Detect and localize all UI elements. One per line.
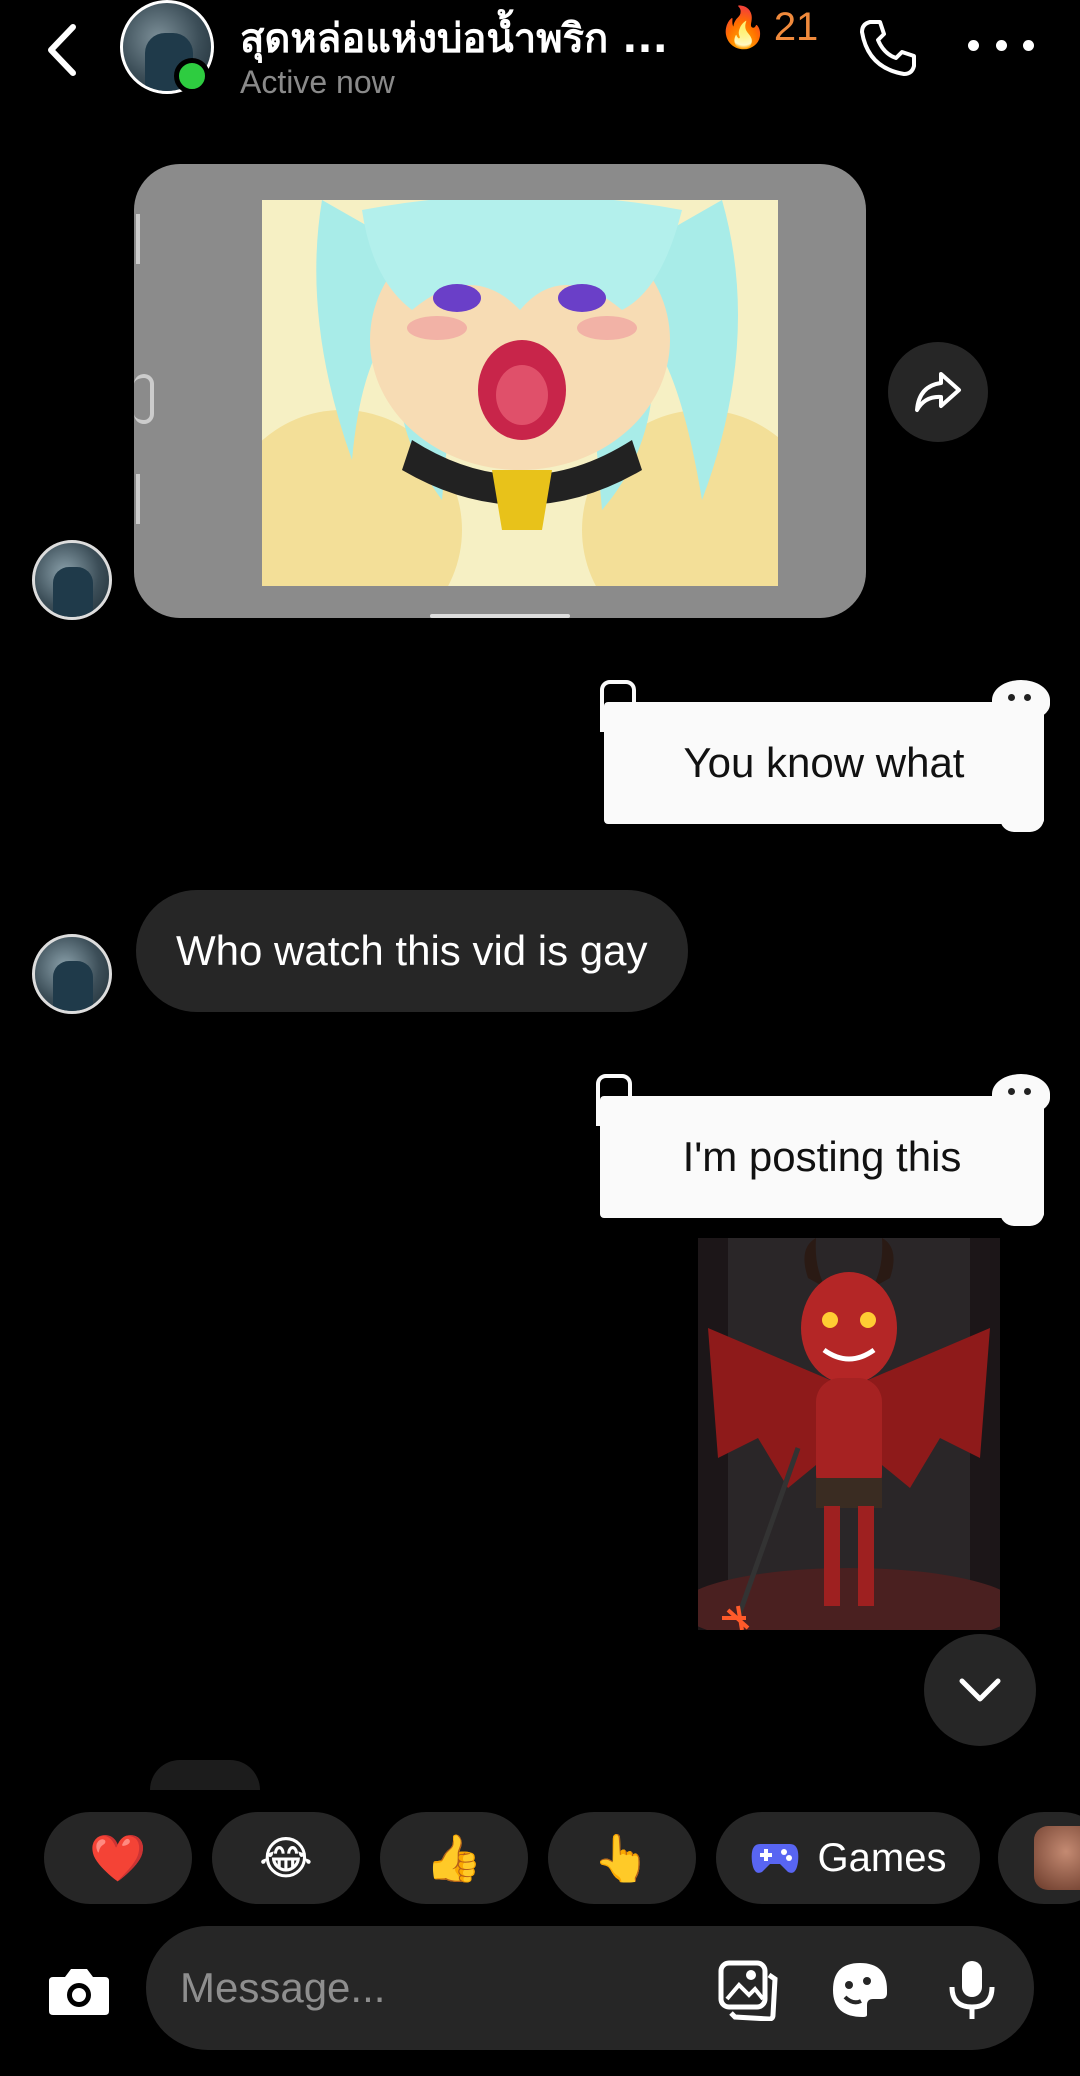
sent-image[interactable]	[698, 1238, 1000, 1630]
laugh-reaction-button[interactable]: 😂	[212, 1812, 360, 1904]
camera-icon	[49, 1969, 109, 2015]
thumbs-up-reaction-button[interactable]: 👍	[380, 1812, 528, 1904]
anime-video-thumbnail	[262, 200, 778, 586]
more-options-button[interactable]	[968, 30, 1034, 60]
media-progress-bar	[430, 614, 570, 618]
message-text: I'm posting this	[682, 1133, 962, 1180]
heart-reaction-button[interactable]: ❤️	[44, 1812, 192, 1904]
streak-count: 21	[773, 5, 819, 49]
games-label: Games	[817, 1835, 947, 1880]
online-indicator	[174, 58, 210, 94]
active-status: Active now	[240, 64, 395, 100]
gamepad-icon	[751, 1844, 798, 1873]
cat-sticker-icon	[992, 1074, 1050, 1114]
gallery-button[interactable]	[716, 1958, 780, 2022]
sender-avatar[interactable]	[32, 934, 112, 1014]
cat-sticker-icon	[992, 680, 1050, 720]
shared-video-message[interactable]	[134, 164, 866, 618]
voice-call-button[interactable]	[856, 16, 920, 80]
sent-message[interactable]: I'm posting this	[596, 1074, 1050, 1226]
more-icon	[968, 39, 979, 51]
back-button[interactable]	[40, 20, 84, 80]
message-composer	[146, 1926, 1034, 2050]
sent-message[interactable]: You know what	[600, 680, 1050, 832]
sticker-button[interactable]	[828, 1958, 892, 2022]
heart-icon: ❤️	[89, 1831, 147, 1884]
chevron-down-icon	[959, 1678, 1001, 1702]
point-up-reaction-button[interactable]: 👆	[548, 1812, 696, 1904]
fire-icon: 🔥	[718, 6, 768, 50]
gallery-icon	[718, 1960, 778, 2021]
quick-reactions-bar: ❤️ 😂 👍 👆 Games	[0, 1812, 1080, 1904]
sticker-icon	[833, 1963, 887, 2017]
message-text: You know what	[683, 739, 965, 786]
typing-indicator	[150, 1760, 260, 1790]
point-up-icon: 👆	[593, 1831, 651, 1884]
laughing-face-icon: 😂	[259, 1832, 313, 1884]
share-button[interactable]	[888, 342, 988, 442]
chat-title[interactable]: สุดหล่อแห่งบ่อน้ำพริก ...	[240, 6, 668, 70]
phone-icon	[860, 20, 916, 76]
camera-button[interactable]	[42, 1954, 116, 2028]
received-message[interactable]: Who watch this vid is gay	[136, 890, 688, 1012]
chat-header: สุดหล่อแห่งบ่อน้ำพริก ... 🔥 21 Active no…	[0, 0, 1080, 110]
share-icon	[915, 372, 961, 412]
sender-avatar[interactable]	[32, 540, 112, 620]
message-text: Who watch this vid is gay	[176, 927, 648, 974]
microphone-icon	[949, 1961, 995, 2019]
thumbs-up-icon: 👍	[425, 1831, 483, 1884]
voice-message-button[interactable]	[940, 1958, 1004, 2022]
streak-badge: 🔥 21	[718, 4, 818, 51]
games-button[interactable]: Games	[716, 1812, 980, 1904]
back-icon	[48, 24, 76, 76]
scroll-to-bottom-button[interactable]	[924, 1634, 1036, 1746]
avatar-reaction-button[interactable]	[998, 1812, 1080, 1904]
message-input[interactable]	[180, 1926, 680, 2050]
